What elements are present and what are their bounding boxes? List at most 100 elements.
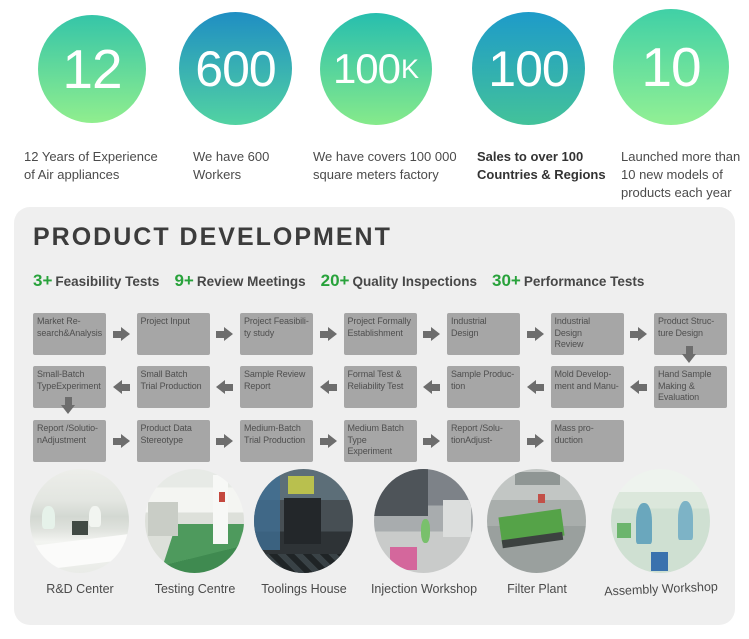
stat-value: 10 — [641, 40, 700, 95]
metrics-row: 3+ Feasibility Tests 9+ Review Meetings … — [33, 271, 644, 291]
stat-circle-workers: 600 — [179, 12, 292, 125]
metric-quality-inspections: 20+ Quality Inspections — [321, 271, 477, 291]
photo-texture — [390, 547, 417, 570]
arrow-left-icon — [106, 366, 137, 408]
arrow-right-icon — [520, 420, 551, 462]
arrow-left-icon — [624, 366, 655, 408]
arrow-right-icon — [210, 420, 241, 462]
flow-row-2: Small-Batch TypeExperiment Small Batch T… — [33, 366, 727, 408]
testing-centre-photo — [145, 469, 244, 573]
photo-texture — [678, 501, 693, 539]
flow-row-3: Report /Solutio- nAdjustment Product Dat… — [33, 420, 624, 462]
stat-value: 100 — [488, 44, 568, 94]
arrow-right-icon — [417, 420, 448, 462]
metric-label: Review Meetings — [197, 274, 306, 289]
flow-step: Report /Solu- tionAdjust- — [447, 420, 520, 462]
metric-value: 20+ — [321, 271, 350, 291]
metric-value: 3+ — [33, 271, 52, 291]
flow-step: Medium Batch Type Experiment — [344, 420, 417, 462]
stat-circle-countries: 100 — [472, 12, 585, 125]
stat-caption-countries: Sales to over 100 Countries & Regions — [477, 148, 606, 184]
injection-workshop-photo — [374, 469, 473, 573]
development-flowchart: Market Re- search&Analysis Project Input… — [33, 313, 727, 465]
flow-step: Sample Review Report — [240, 366, 313, 408]
stat-value: 12 — [62, 42, 121, 97]
flow-step: Mold Develop- ment and Manu- — [551, 366, 624, 408]
metric-feasibility-tests: 3+ Feasibility Tests — [33, 271, 159, 291]
product-development-card: PRODUCT DEVELOPMENT 3+ Feasibility Tests… — [14, 207, 735, 625]
arrow-right-icon — [106, 313, 137, 355]
metric-label: Feasibility Tests — [55, 274, 159, 289]
stat-caption-new-models: Launched more than 10 new models of prod… — [621, 148, 740, 203]
photo-texture — [42, 506, 55, 529]
stat-caption-factory-area: We have covers 100 000 square meters fac… — [313, 148, 457, 184]
stat-value-suffix: K — [401, 54, 419, 85]
flow-step: Mass pro- duction — [551, 420, 624, 462]
photo-texture — [374, 469, 428, 516]
photo-texture — [617, 523, 631, 538]
flow-step: Sample Produc- tion — [447, 366, 520, 408]
stat-circle-factory-area: 100 K — [320, 13, 432, 125]
photo-texture — [72, 521, 89, 535]
flow-step: Formal Test & Reliability Test — [344, 366, 417, 408]
arrow-left-icon — [210, 366, 241, 408]
stat-value: 600 — [195, 44, 275, 94]
stat-caption-years: 12 Years of Experience of Air appliances — [24, 148, 158, 184]
flow-step: Medium-Batch Trial Production — [240, 420, 313, 462]
stat-circle-years: 12 — [38, 15, 146, 123]
photo-texture — [89, 506, 101, 527]
flow-row-1: Market Re- search&Analysis Project Input… — [33, 313, 727, 355]
photo-texture — [254, 475, 280, 550]
arrow-right-icon — [624, 313, 655, 355]
flow-step: Project Feasibili- ty study — [240, 313, 313, 355]
flow-step: Project Formally Establishment — [344, 313, 417, 355]
stat-caption-workers: We have 600 Workers — [193, 148, 269, 184]
photo-texture — [421, 519, 431, 543]
flow-step: Product Data Stereotype — [137, 420, 210, 462]
photo-texture — [538, 494, 545, 503]
photo-texture — [651, 552, 669, 571]
photo-texture — [219, 492, 225, 502]
stat-circle-new-models: 10 — [613, 9, 729, 125]
flow-step: Small Batch Trial Production — [137, 366, 210, 408]
arrow-right-icon — [417, 313, 448, 355]
flow-step: Hand Sample Making & Evaluation — [654, 366, 727, 408]
toolings-house-photo — [254, 469, 353, 573]
photo-texture — [213, 475, 228, 544]
photo-texture — [254, 554, 353, 573]
arrow-left-icon — [417, 366, 448, 408]
assembly-workshop-photo — [611, 469, 710, 573]
photo-texture — [284, 498, 322, 544]
arrow-down-icon — [682, 346, 696, 363]
photo-texture — [148, 502, 178, 535]
flow-step: Industrial Design Review — [551, 313, 624, 355]
photo-texture — [515, 472, 561, 484]
metric-label: Quality Inspections — [352, 274, 477, 289]
arrow-left-icon — [520, 366, 551, 408]
photo-texture — [443, 500, 471, 536]
section-title: PRODUCT DEVELOPMENT — [33, 223, 392, 252]
metric-performance-tests: 30+ Performance Tests — [492, 271, 644, 291]
rd-center-photo — [30, 469, 129, 573]
flow-step: Industrial Design — [447, 313, 520, 355]
metric-value: 30+ — [492, 271, 521, 291]
arrow-right-icon — [106, 420, 137, 462]
stat-value: 100 — [333, 48, 400, 90]
metric-label: Performance Tests — [524, 274, 645, 289]
arrow-right-icon — [313, 420, 344, 462]
photo-texture — [636, 503, 652, 544]
filter-plant-photo — [487, 469, 586, 573]
flow-step: Market Re- search&Analysis — [33, 313, 106, 355]
arrow-right-icon — [313, 313, 344, 355]
photo-texture — [30, 533, 129, 572]
arrow-right-icon — [520, 313, 551, 355]
facility-label-filter-plant: Filter Plant — [467, 582, 607, 596]
metric-value: 9+ — [174, 271, 193, 291]
facility-label-toolings-house: Toolings House — [234, 582, 374, 596]
flow-step: Project Input — [137, 313, 210, 355]
photo-texture — [288, 476, 315, 494]
flow-step: Report /Solutio- nAdjustment — [33, 420, 106, 462]
metric-review-meetings: 9+ Review Meetings — [174, 271, 305, 291]
arrow-left-icon — [313, 366, 344, 408]
facility-label-assembly-workshop: Assembly Workshop — [591, 579, 731, 599]
